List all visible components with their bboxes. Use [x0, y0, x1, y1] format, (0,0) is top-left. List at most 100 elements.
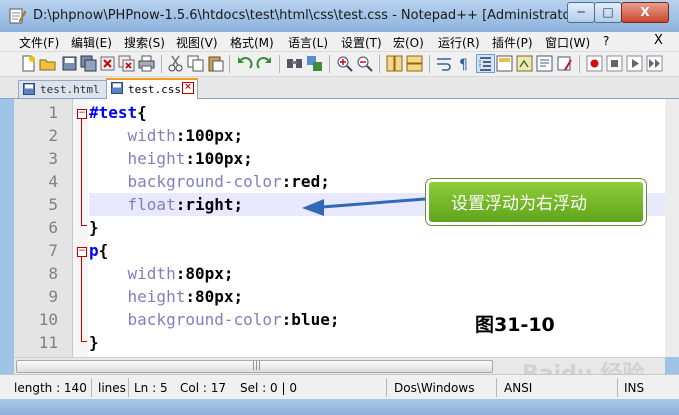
css-colon: :	[175, 126, 186, 145]
line-number: 9	[48, 287, 58, 306]
undo-icon[interactable]	[236, 55, 253, 72]
code-line: background-color:blue;	[89, 310, 340, 329]
word-wrap-icon[interactable]	[436, 55, 453, 72]
find-icon[interactable]	[286, 55, 303, 72]
scrollbar-thumb[interactable]: |||	[16, 360, 493, 373]
css-colon: :	[175, 195, 186, 214]
redo-icon[interactable]	[256, 55, 273, 72]
css-semicolon: ;	[233, 126, 244, 145]
paste-icon[interactable]	[207, 55, 224, 72]
toolbar-separator	[161, 55, 162, 73]
css-brace: }	[89, 333, 99, 352]
code-line: width:80px;	[89, 264, 234, 283]
tab-close-icon[interactable]: ×	[182, 82, 194, 94]
sync-vertical-icon[interactable]	[386, 55, 403, 72]
zoom-out-icon[interactable]	[356, 55, 373, 72]
maximize-button[interactable]: □	[594, 2, 622, 23]
code-line: }	[89, 218, 99, 237]
doc-map-icon[interactable]	[516, 55, 533, 72]
print-icon[interactable]	[138, 55, 155, 72]
tab-label: test.html	[40, 83, 100, 96]
show-all-chars-icon[interactable]: ¶	[456, 55, 473, 72]
tab-test-css[interactable]: test.css ×	[106, 78, 198, 100]
close-button[interactable]: X	[621, 2, 669, 23]
css-brace: }	[89, 218, 99, 237]
run-macro-multiple-icon[interactable]	[646, 55, 663, 72]
status-divider	[496, 378, 497, 397]
toolbar-separator	[579, 55, 580, 73]
close-icon: X	[640, 5, 650, 19]
indent-guide-icon[interactable]	[476, 54, 495, 73]
toolbar-separator	[429, 55, 430, 73]
code-line: #test{	[89, 103, 147, 122]
line-number: 11	[38, 333, 58, 352]
css-value: 100px	[185, 126, 234, 145]
css-colon: :	[281, 310, 292, 329]
menu-macro[interactable]: 宏(O)	[393, 34, 424, 51]
menu-file[interactable]: 文件(F)	[19, 34, 59, 51]
menu-language[interactable]: 语言(L)	[288, 34, 328, 51]
code-line: background-color:red;	[89, 172, 330, 191]
menu-run[interactable]: 运行(R)	[438, 34, 480, 51]
code-line-current: float:right;	[89, 195, 244, 214]
menu-help[interactable]: ?	[603, 34, 609, 48]
menu-window[interactable]: 窗口(W)	[545, 34, 590, 51]
menu-plugins[interactable]: 插件(P)	[492, 34, 533, 51]
copy-icon[interactable]	[187, 55, 204, 72]
fold-collapse-icon[interactable]: −	[77, 109, 87, 119]
status-length: length : 140	[14, 381, 87, 395]
svg-text:¶: ¶	[459, 57, 468, 72]
grip-icon: |||	[252, 361, 262, 371]
new-file-icon[interactable]	[20, 55, 37, 72]
css-semicolon: ;	[243, 149, 253, 168]
line-number: 2	[48, 126, 58, 145]
play-macro-icon[interactable]	[626, 55, 643, 72]
minimize-button[interactable]: ─	[567, 2, 595, 23]
css-colon: :	[185, 149, 195, 168]
status-encoding: ANSI	[504, 381, 533, 395]
vertical-scrollbar[interactable]	[665, 99, 679, 357]
folder-workspace-icon[interactable]	[556, 55, 573, 72]
save-all-icon[interactable]	[80, 55, 97, 72]
css-value: red	[291, 172, 321, 191]
window-bottom-frame	[0, 399, 679, 415]
minimize-icon: ─	[577, 5, 585, 19]
stop-macro-icon[interactable]	[606, 55, 623, 72]
line-number: 4	[48, 172, 58, 191]
close-file-icon[interactable]	[99, 55, 116, 72]
save-icon[interactable]	[61, 55, 78, 72]
css-selector: #test	[89, 103, 138, 122]
zoom-in-icon[interactable]	[336, 55, 353, 72]
line-number-gutter: 1 2 3 4 5 6 7 8 9 10 11	[14, 99, 73, 357]
replace-icon[interactable]	[306, 55, 323, 72]
css-property: background-color	[127, 310, 282, 329]
status-lines: lines	[98, 381, 126, 395]
toolbar-separator	[379, 55, 380, 73]
title-bar[interactable]: D:\phpnow\PHPnow-1.5.6\htdocs\test\html\…	[0, 0, 679, 32]
menu-edit[interactable]: 编辑(E)	[71, 34, 112, 51]
fold-range-line	[81, 119, 82, 225]
code-editor[interactable]: 1 2 3 4 5 6 7 8 9 10 11 − − #test{ width…	[14, 99, 665, 357]
maximize-icon: □	[602, 5, 614, 19]
fold-collapse-icon[interactable]: −	[77, 247, 87, 257]
function-list-icon[interactable]	[536, 55, 553, 72]
tab-test-html[interactable]: test.html	[18, 80, 107, 98]
menu-settings[interactable]: 设置(T)	[341, 34, 382, 51]
document-close-button[interactable]: X	[654, 33, 663, 48]
menu-search[interactable]: 搜索(S)	[124, 34, 165, 51]
menu-format[interactable]: 格式(M)	[230, 34, 274, 51]
css-property: float	[127, 195, 176, 214]
menu-view[interactable]: 视图(V)	[176, 34, 218, 51]
record-macro-icon[interactable]	[586, 55, 603, 72]
open-folder-icon[interactable]	[39, 55, 56, 72]
cut-icon[interactable]	[167, 55, 184, 72]
close-all-icon[interactable]	[118, 55, 135, 72]
sync-horizontal-icon[interactable]	[406, 55, 423, 72]
user-language-icon[interactable]	[496, 55, 513, 72]
fold-end-marker	[81, 341, 87, 342]
code-line: p{	[89, 241, 108, 260]
